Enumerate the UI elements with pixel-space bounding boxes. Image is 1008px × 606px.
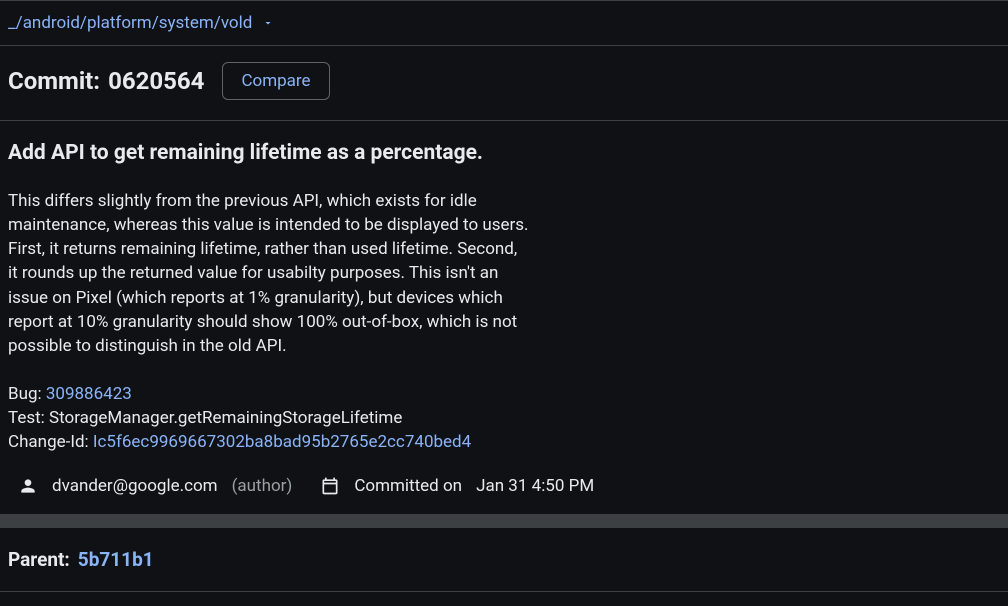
author-role-label: (author) [232,476,293,496]
compare-button[interactable]: Compare [222,62,329,100]
breadcrumb-sep: / [80,13,87,33]
breadcrumb-part-vold[interactable]: vold [221,13,253,33]
breadcrumb-dropdown-icon[interactable] [262,17,274,29]
divider [0,591,1008,592]
breadcrumb-sep: / [16,13,23,33]
commit-hash: 0620564 [108,67,204,95]
commit-body: Add API to get remaining lifetime as a p… [0,121,1008,472]
committed-date: Jan 31 4:50 PM [476,476,594,496]
commit-message-body: This differs slightly from the previous … [8,191,529,356]
section-divider [0,514,1008,528]
committed-label: Committed on [354,476,462,496]
bug-link[interactable]: 309886423 [46,384,132,404]
parent-label: Parent: [8,548,70,571]
commit-label-text: Commit: [8,67,100,95]
breadcrumb-sep: / [214,13,221,33]
person-icon [18,476,38,496]
changeid-link[interactable]: Ic5f6ec9969667302ba8bad95b2765e2cc740bed… [93,432,471,452]
test-line: Test: StorageManager.getRemainingStorage… [8,408,402,428]
commit-title: Add API to get remaining lifetime as a p… [8,141,1000,165]
metadata-row: dvander@google.com (author) Committed on… [0,472,1008,514]
commit-message: This differs slightly from the previous … [8,189,1000,454]
breadcrumb-part-system[interactable]: system [159,13,214,33]
breadcrumb-underscore: _ [8,13,16,33]
breadcrumb-bar: _ / android / platform / system / vold [0,1,1008,45]
bug-label: Bug: [8,384,46,404]
breadcrumb-part-android[interactable]: android [23,13,80,33]
breadcrumb-part-platform[interactable]: platform [87,13,152,33]
changeid-label: Change-Id: [8,432,93,452]
parent-hash-link[interactable]: 5b711b1 [78,548,154,571]
author-email: dvander@google.com [52,476,218,496]
calendar-icon [320,476,340,496]
parent-row: Parent: 5b711b1 [0,528,1008,591]
commit-header-row: Commit: 0620564 Compare [0,46,1008,120]
commit-label: Commit: 0620564 [8,67,204,95]
breadcrumb[interactable]: _ / android / platform / system / vold [8,13,252,33]
breadcrumb-sep: / [152,13,159,33]
